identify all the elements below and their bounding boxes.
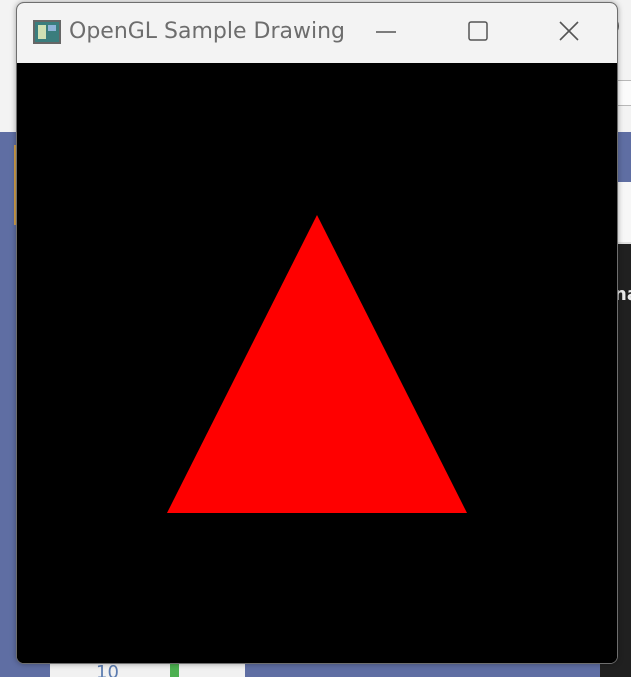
close-icon bbox=[557, 19, 581, 47]
app-icon[interactable] bbox=[33, 20, 61, 44]
close-button[interactable] bbox=[533, 3, 605, 63]
minimize-button[interactable] bbox=[350, 3, 422, 63]
opengl-canvas[interactable] bbox=[17, 63, 617, 663]
maximize-button[interactable] bbox=[442, 3, 514, 63]
maximize-icon bbox=[466, 19, 490, 47]
canvas-svg bbox=[17, 63, 617, 663]
opengl-window[interactable]: OpenGL Sample Drawing bbox=[16, 2, 618, 664]
window-title: OpenGL Sample Drawing bbox=[69, 19, 346, 44]
background-app-line-number: 10 bbox=[96, 662, 119, 677]
background-app-control bbox=[616, 80, 631, 106]
title-bar[interactable]: OpenGL Sample Drawing bbox=[17, 3, 617, 64]
minimize-icon bbox=[374, 19, 398, 47]
